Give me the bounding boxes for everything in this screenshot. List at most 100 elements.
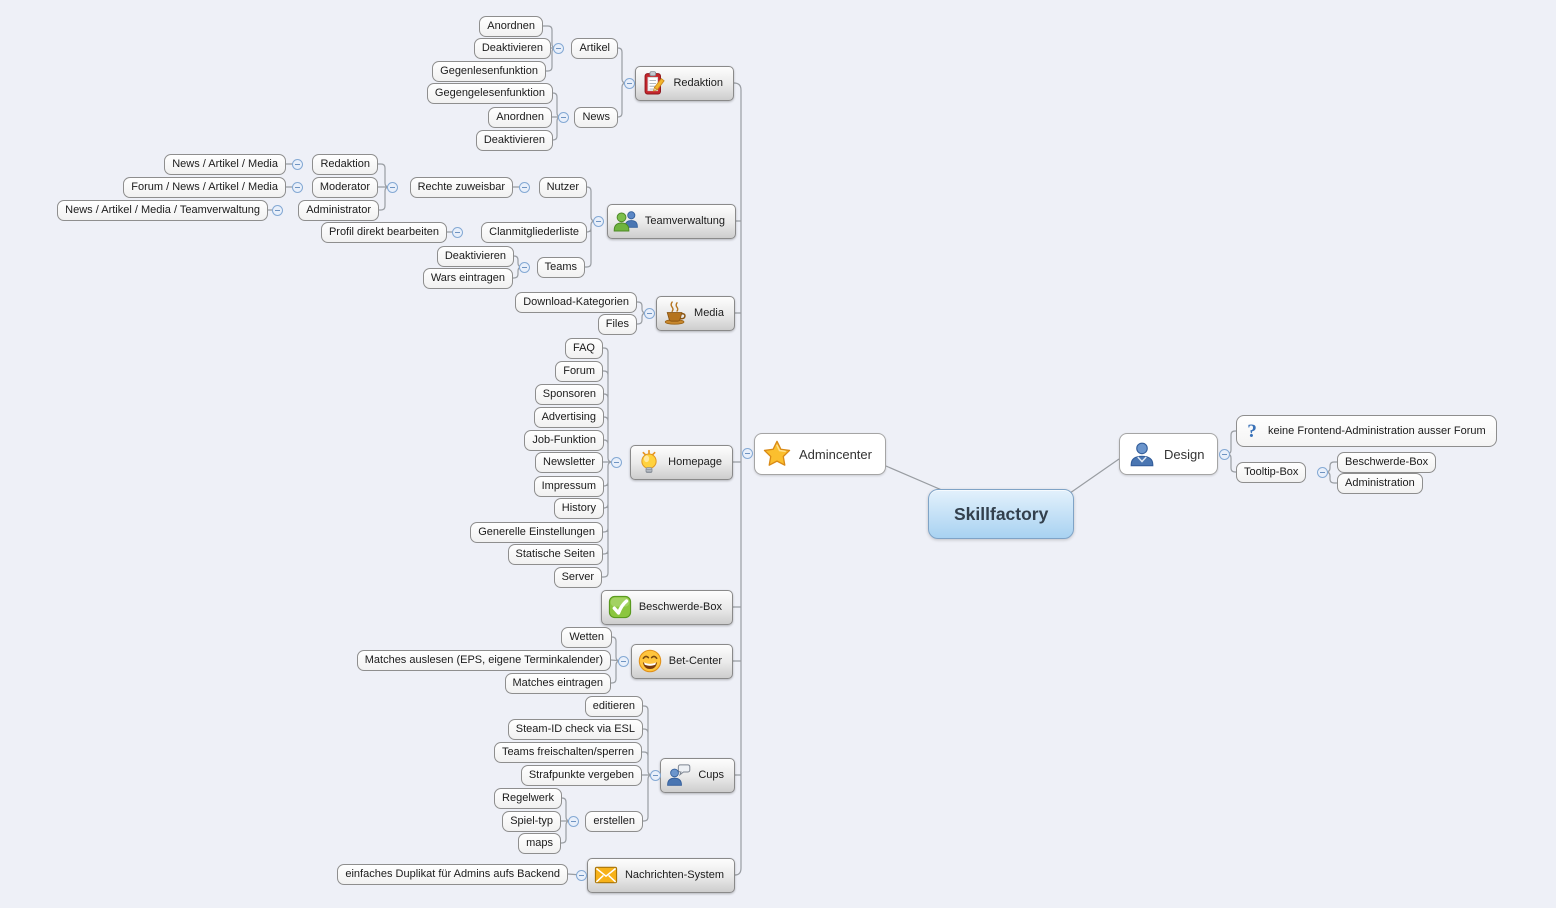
- collapse-button[interactable]: [650, 770, 661, 781]
- node-skillfactory[interactable]: Skillfactory: [928, 489, 1074, 539]
- node-redaktion[interactable]: Redaktion: [635, 66, 734, 101]
- collapse-button[interactable]: [452, 227, 463, 238]
- node-label: Moderator: [320, 181, 370, 193]
- person-icon: [1127, 439, 1157, 469]
- node-anordnen2[interactable]: Anordnen: [488, 107, 552, 128]
- collapse-button[interactable]: [553, 43, 564, 54]
- node-matches_auslesen[interactable]: Matches auslesen (EPS, eigene Terminkale…: [357, 650, 611, 671]
- node-nutzer[interactable]: Nutzer: [539, 177, 587, 198]
- node-label: Statische Seiten: [516, 548, 596, 560]
- question-mark-icon: ?: [1241, 420, 1263, 442]
- node-regelwerk[interactable]: Regelwerk: [494, 788, 562, 809]
- node-role_redaktion[interactable]: Redaktion: [312, 154, 378, 175]
- node-faq[interactable]: FAQ: [565, 338, 603, 359]
- node-history[interactable]: History: [554, 498, 604, 519]
- node-maps[interactable]: maps: [518, 833, 561, 854]
- node-betcenter[interactable]: Bet-Center: [631, 644, 733, 679]
- node-forum[interactable]: Forum: [555, 361, 603, 382]
- node-tooltipbox[interactable]: Tooltip-Box: [1236, 462, 1306, 483]
- node-admincenter[interactable]: Admincenter: [754, 433, 886, 475]
- node-keinefrontend[interactable]: ?keine Frontend-Administration ausser Fo…: [1236, 415, 1497, 447]
- node-artikel[interactable]: Artikel: [571, 38, 618, 59]
- node-deaktivieren2[interactable]: Deaktivieren: [476, 130, 553, 151]
- node-homepage[interactable]: Homepage: [630, 445, 733, 480]
- node-steamid[interactable]: Steam-ID check via ESL: [508, 719, 643, 740]
- node-administrator[interactable]: Administrator: [298, 200, 379, 221]
- node-label: Deaktivieren: [482, 42, 543, 54]
- node-strafpunkte[interactable]: Strafpunkte vergeben: [521, 765, 642, 786]
- node-nachrichten[interactable]: Nachrichten-System: [587, 858, 735, 893]
- node-sponsoren[interactable]: Sponsoren: [535, 384, 604, 405]
- collapse-button[interactable]: [387, 182, 398, 193]
- node-generelle[interactable]: Generelle Einstellungen: [470, 522, 603, 543]
- node-newsletter[interactable]: Newsletter: [535, 452, 603, 473]
- node-perm1[interactable]: News / Artikel / Media: [164, 154, 286, 175]
- node-profil[interactable]: Profil direkt bearbeiten: [321, 222, 447, 243]
- node-impressum[interactable]: Impressum: [534, 476, 604, 497]
- node-label: History: [562, 502, 596, 514]
- collapse-button[interactable]: [624, 78, 635, 89]
- node-teams[interactable]: Teams: [537, 257, 585, 278]
- node-beschwerdebox[interactable]: Beschwerde-Box: [601, 590, 733, 625]
- node-advertising[interactable]: Advertising: [534, 407, 604, 428]
- node-moderator[interactable]: Moderator: [312, 177, 378, 198]
- node-label: Nachrichten-System: [625, 869, 724, 881]
- node-cups[interactable]: Cups: [660, 758, 735, 793]
- node-anordnen1[interactable]: Anordnen: [479, 16, 543, 37]
- node-label: Artikel: [579, 42, 610, 54]
- collapse-button[interactable]: [618, 656, 629, 667]
- node-editieren[interactable]: editieren: [585, 696, 643, 717]
- node-spieltyp[interactable]: Spiel-typ: [502, 811, 561, 832]
- node-jobfunktion[interactable]: Job-Funktion: [524, 430, 604, 451]
- node-clanmitgliederliste[interactable]: Clanmitgliederliste: [481, 222, 587, 243]
- collapse-button[interactable]: [593, 216, 604, 227]
- node-teamsfrei[interactable]: Teams freischalten/sperren: [494, 742, 642, 763]
- node-files[interactable]: Files: [598, 314, 637, 335]
- node-teamverwaltung[interactable]: Teamverwaltung: [607, 204, 736, 239]
- node-media[interactable]: Media: [656, 296, 735, 331]
- node-duplikat[interactable]: einfaches Duplikat für Admins aufs Backe…: [337, 864, 568, 885]
- node-label: Anordnen: [487, 20, 535, 32]
- check-icon: [607, 594, 633, 620]
- collapse-button[interactable]: [292, 182, 303, 193]
- collapse-button[interactable]: [611, 457, 622, 468]
- node-news[interactable]: News: [574, 107, 618, 128]
- collapse-button[interactable]: [644, 308, 655, 319]
- collapse-button[interactable]: [1219, 449, 1230, 460]
- node-statische[interactable]: Statische Seiten: [508, 544, 604, 565]
- node-server[interactable]: Server: [554, 567, 602, 588]
- node-matches_eintragen[interactable]: Matches eintragen: [505, 673, 612, 694]
- node-label: Spiel-typ: [510, 815, 553, 827]
- collapse-button[interactable]: [519, 262, 530, 273]
- node-perm3[interactable]: News / Artikel / Media / Teamverwaltung: [57, 200, 268, 221]
- node-wetten[interactable]: Wetten: [561, 627, 612, 648]
- node-gegenlesenfunktion[interactable]: Gegenlesenfunktion: [432, 61, 546, 82]
- node-label: Nutzer: [547, 181, 579, 193]
- node-label: Teamverwaltung: [645, 215, 725, 227]
- collapse-button[interactable]: [1317, 467, 1328, 478]
- node-label: Administrator: [306, 204, 371, 216]
- collapse-button[interactable]: [519, 182, 530, 193]
- mindmap-canvas[interactable]: Skillfactory Admincenter Redaktion Artikel A…: [0, 0, 1556, 908]
- node-download[interactable]: Download-Kategorien: [515, 292, 637, 313]
- collapse-button[interactable]: [292, 159, 303, 170]
- node-wars[interactable]: Wars eintragen: [423, 268, 513, 289]
- node-gegengelesenfunktion[interactable]: Gegengelesenfunktion: [427, 83, 553, 104]
- node-perm2[interactable]: Forum / News / Artikel / Media: [123, 177, 286, 198]
- collapse-button[interactable]: [576, 870, 587, 881]
- node-erstellen[interactable]: erstellen: [585, 811, 643, 832]
- node-label: Administration: [1345, 477, 1415, 489]
- node-label: erstellen: [593, 815, 635, 827]
- node-beschwerde2[interactable]: Beschwerde-Box: [1337, 452, 1436, 473]
- node-deaktivieren3[interactable]: Deaktivieren: [437, 246, 514, 267]
- collapse-button[interactable]: [742, 448, 753, 459]
- collapse-button[interactable]: [272, 205, 283, 216]
- coffee-cup-icon: [662, 300, 688, 326]
- collapse-button[interactable]: [568, 816, 579, 827]
- node-rechte[interactable]: Rechte zuweisbar: [410, 177, 513, 198]
- node-design[interactable]: Design: [1119, 433, 1218, 475]
- node-administration2[interactable]: Administration: [1337, 473, 1423, 494]
- star-icon: [762, 439, 792, 469]
- node-deaktivieren1[interactable]: Deaktivieren: [474, 38, 551, 59]
- collapse-button[interactable]: [558, 112, 569, 123]
